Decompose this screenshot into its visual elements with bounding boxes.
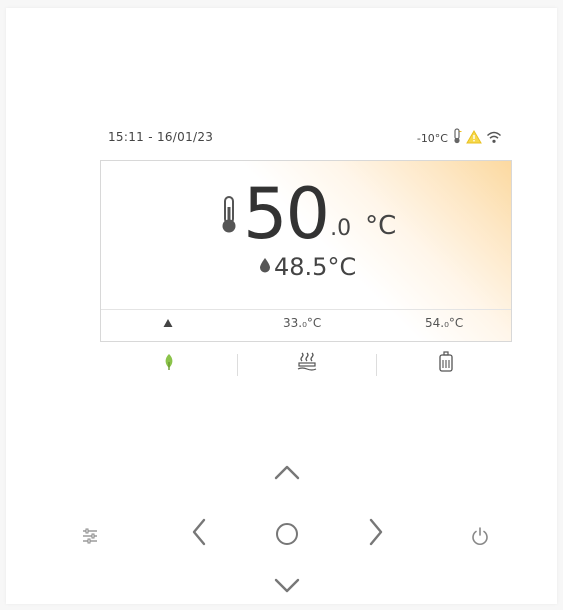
settings-sliders-icon: [81, 527, 99, 549]
power-icon: [470, 526, 490, 550]
ok-button[interactable]: [271, 520, 303, 552]
floor-heating-icon: [296, 351, 318, 377]
arrow-left-icon: [191, 517, 207, 551]
mode-tab-row: [100, 344, 512, 384]
leaf-icon: [163, 353, 175, 375]
down-button[interactable]: [269, 574, 305, 602]
floor-heating-tab[interactable]: [238, 344, 375, 384]
status-icons: -10°C: [417, 128, 502, 148]
power-button[interactable]: [466, 524, 494, 552]
thermostat-device: 15:11 - 16/01/23 -10°C 50 .0 °C 48.5°C 3…: [6, 8, 557, 604]
up-button[interactable]: [269, 460, 305, 488]
heat-pump-tab[interactable]: [100, 344, 237, 384]
warning-icon[interactable]: [466, 129, 482, 148]
display-screen: 15:11 - 16/01/23 -10°C 50 .0 °C 48.5°C 3…: [98, 120, 516, 386]
flow-temp-label: 33.₀°C: [283, 316, 322, 330]
water-tank-tab[interactable]: [377, 344, 514, 384]
main-temperature-panel: 50 .0 °C 48.5°C 33.₀°C 54.₀°C: [100, 160, 512, 342]
current-temp-value: 48.5°C: [274, 253, 357, 281]
info-row: 33.₀°C 54.₀°C: [101, 309, 511, 337]
tank-temp-label: 54.₀°C: [425, 316, 464, 330]
setpoint-value: 50: [243, 173, 330, 255]
arrow-right-icon: [368, 517, 384, 551]
setpoint-display[interactable]: 50 .0 °C: [219, 169, 396, 249]
wifi-icon: [486, 129, 502, 148]
arrow-up-icon: [273, 464, 301, 484]
left-button[interactable]: [186, 514, 212, 554]
arrow-down-icon: [273, 578, 301, 598]
outdoor-temp-label: -10°C: [416, 131, 448, 145]
current-temperature: 48.5°C: [259, 253, 356, 281]
setpoint-decimal: .0: [330, 216, 352, 241]
ok-circle-icon: [274, 521, 300, 551]
outdoor-thermometer-icon: [452, 128, 462, 148]
settings-button[interactable]: [78, 526, 102, 550]
status-bar: 15:11 - 16/01/23 -10°C: [98, 120, 516, 158]
thermometer-icon: [219, 195, 239, 239]
water-tank-icon: [437, 351, 455, 377]
setpoint-unit: °C: [365, 211, 397, 241]
triangle-up-icon: [163, 317, 173, 331]
right-button[interactable]: [363, 514, 389, 554]
datetime-label: 15:11 - 16/01/23: [108, 130, 214, 144]
water-drop-icon: [259, 257, 271, 277]
